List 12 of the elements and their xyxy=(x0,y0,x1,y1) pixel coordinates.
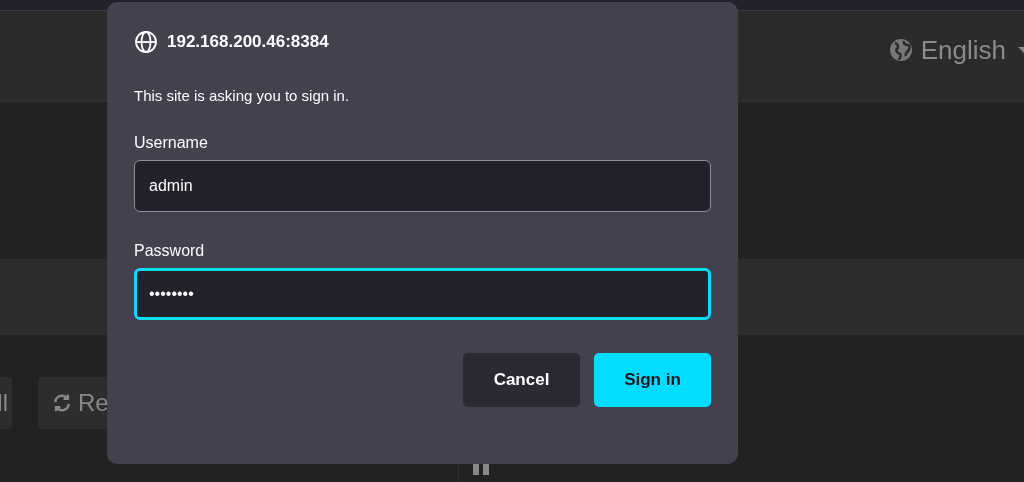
password-field[interactable]: •••••••• xyxy=(134,268,711,320)
sign-in-button[interactable]: Sign in xyxy=(594,353,711,407)
field-label: Password xyxy=(134,242,206,260)
site-address: 192.168.200.46:8384 xyxy=(167,32,329,52)
refresh-icon xyxy=(52,393,72,413)
globe-icon xyxy=(134,30,158,54)
cancel-button[interactable]: Cancel xyxy=(463,353,580,407)
sign-in-message: This site is asking you to sign in. xyxy=(134,87,351,104)
username-field[interactable]: admin xyxy=(134,160,711,212)
field-label: Username xyxy=(134,134,209,152)
language-dropdown[interactable]: English xyxy=(888,34,1024,66)
globe-icon xyxy=(888,38,913,62)
